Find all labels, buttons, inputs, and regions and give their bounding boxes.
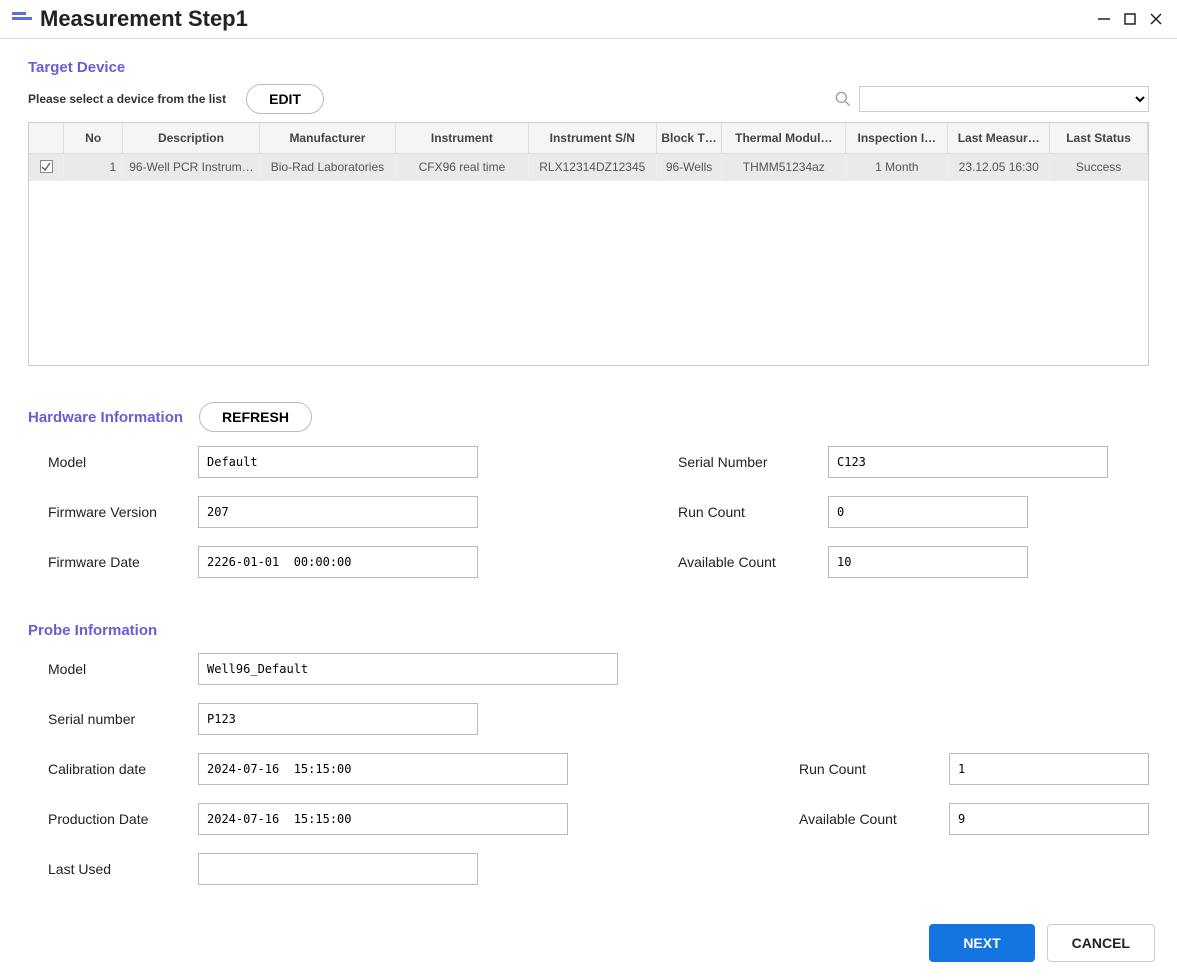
minimize-icon (1096, 11, 1112, 27)
edit-button[interactable]: EDIT (246, 84, 324, 114)
row-thermal-module: THMM51234az (722, 154, 846, 181)
hw-runcount-label: Run Count (678, 504, 828, 520)
header-description: Description (123, 123, 260, 154)
header-no: No (64, 123, 123, 154)
probe-serial-input[interactable] (198, 703, 478, 735)
next-button[interactable]: NEXT (929, 924, 1034, 962)
hw-model-label: Model (48, 454, 198, 470)
probe-proddate-input[interactable] (198, 803, 568, 835)
cancel-button[interactable]: CANCEL (1047, 924, 1155, 962)
header-instrument: Instrument (396, 123, 528, 154)
close-icon (1148, 11, 1164, 27)
maximize-button[interactable] (1121, 10, 1139, 28)
header-block-type: Block T… (656, 123, 721, 154)
device-table: No Description Manufacturer Instrument I… (28, 122, 1149, 366)
probe-lastused-label: Last Used (48, 861, 198, 877)
probe-model-input[interactable] (198, 653, 618, 685)
search-icon[interactable] (833, 89, 853, 109)
hw-fwver-label: Firmware Version (48, 504, 198, 520)
target-device-row: Please select a device from the list EDI… (28, 84, 1149, 114)
row-last-measure: 23.12.05 16:30 (948, 154, 1050, 181)
table-header-row: No Description Manufacturer Instrument I… (29, 123, 1148, 154)
close-button[interactable] (1147, 10, 1165, 28)
probe-lastused-input[interactable] (198, 853, 478, 885)
check-icon (41, 162, 51, 172)
content: Target Device Please select a device fro… (0, 39, 1177, 905)
refresh-button[interactable]: REFRESH (199, 402, 312, 432)
window-title: Measurement Step1 (40, 6, 248, 32)
hw-fwdate-input[interactable] (198, 546, 478, 578)
row-last-status: Success (1050, 154, 1148, 181)
probe-serial-label: Serial number (48, 711, 198, 727)
probe-caldate-input[interactable] (198, 753, 568, 785)
maximize-icon (1122, 11, 1138, 27)
probe-runcount-label: Run Count (799, 761, 949, 777)
target-instruction: Please select a device from the list (28, 92, 226, 106)
row-manufacturer: Bio-Rad Laboratories (259, 154, 396, 181)
probe-availcount-input[interactable] (949, 803, 1149, 835)
hardware-header: Hardware Information REFRESH (28, 402, 1149, 432)
row-description: 96-Well PCR Instrum… (123, 154, 260, 181)
row-checkbox-cell[interactable] (29, 154, 64, 181)
hw-serial-label: Serial Number (678, 454, 828, 470)
header-last-status: Last Status (1050, 123, 1148, 154)
hw-serial-input[interactable] (828, 446, 1108, 478)
hardware-form: Model Serial Number Firmware Version Run… (48, 446, 1149, 578)
probe-proddate-label: Production Date (48, 811, 198, 827)
hw-availcount-input[interactable] (828, 546, 1028, 578)
hw-fwdate-label: Firmware Date (48, 554, 198, 570)
row-block-type: 96-Wells (656, 154, 721, 181)
minimize-button[interactable] (1095, 10, 1113, 28)
header-inspection: Inspection I… (846, 123, 948, 154)
table-row[interactable]: 1 96-Well PCR Instrum… Bio-Rad Laborator… (29, 154, 1148, 181)
footer: NEXT CANCEL (929, 924, 1155, 962)
probe-form: Model Serial number Calibration date Run… (48, 653, 1149, 885)
search-row (833, 86, 1149, 112)
probe-section-title: Probe Information (28, 622, 1149, 639)
target-device-title: Target Device (28, 59, 1149, 76)
probe-section: Probe Information Model Serial number Ca… (28, 622, 1149, 885)
header-checkbox (29, 123, 64, 154)
header-instrument-sn: Instrument S/N (528, 123, 656, 154)
titlebar: Measurement Step1 (0, 0, 1177, 39)
row-inspection: 1 Month (846, 154, 948, 181)
row-checkbox[interactable] (40, 160, 53, 173)
header-manufacturer: Manufacturer (259, 123, 396, 154)
probe-runcount-input[interactable] (949, 753, 1149, 785)
probe-caldate-label: Calibration date (48, 761, 198, 777)
hw-runcount-input[interactable] (828, 496, 1028, 528)
row-instrument-sn: RLX12314DZ12345 (528, 154, 656, 181)
probe-availcount-label: Available Count (799, 811, 949, 827)
hw-fwver-input[interactable] (198, 496, 478, 528)
titlebar-left: Measurement Step1 (12, 6, 248, 32)
window-controls (1095, 10, 1165, 28)
app-icon (12, 12, 32, 26)
search-select[interactable] (859, 86, 1149, 112)
hw-model-input[interactable] (198, 446, 478, 478)
hardware-section-title: Hardware Information (28, 409, 183, 426)
header-thermal-module: Thermal Modul… (722, 123, 846, 154)
hw-availcount-label: Available Count (678, 554, 828, 570)
header-last-measure: Last Measur… (948, 123, 1050, 154)
probe-model-label: Model (48, 661, 198, 677)
row-instrument: CFX96 real time (396, 154, 528, 181)
row-no: 1 (64, 154, 123, 181)
